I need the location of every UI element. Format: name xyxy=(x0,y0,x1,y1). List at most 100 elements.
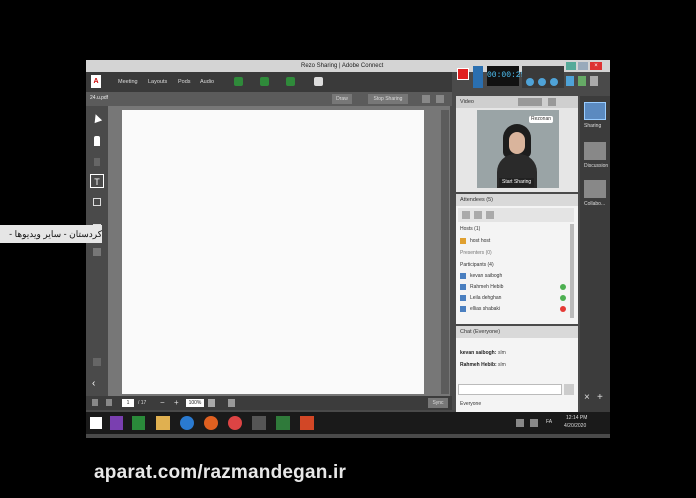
hand-tool-icon[interactable] xyxy=(228,399,235,407)
layout-discussion-thumbnail[interactable] xyxy=(584,142,606,160)
marker-tool-icon[interactable] xyxy=(578,76,586,86)
layout-sharing-thumbnail[interactable] xyxy=(584,102,606,120)
page-number-input[interactable]: 1 xyxy=(122,399,134,407)
menu-meeting[interactable]: Meeting xyxy=(118,79,138,85)
color-picker-icon[interactable] xyxy=(93,248,101,256)
next-page-icon[interactable] xyxy=(106,399,112,406)
status-agree-icon xyxy=(560,295,566,301)
select-arrow-icon[interactable] xyxy=(91,112,103,124)
adobe-logo: A xyxy=(91,75,101,88)
windows-taskbar: FA 12:14 PM 4/20/2020 xyxy=(86,412,610,434)
layout-sharing-label: Sharing xyxy=(584,123,602,129)
eraser-tool-icon[interactable] xyxy=(590,76,598,86)
attendees-scrollbar[interactable] xyxy=(570,224,574,318)
maximize-button[interactable] xyxy=(578,62,588,70)
pointer-tool-icon[interactable] xyxy=(550,78,558,86)
raise-hand-icon[interactable] xyxy=(314,77,323,86)
shape-tool-icon[interactable] xyxy=(566,76,574,86)
record-button[interactable] xyxy=(457,68,469,80)
collapse-toolbar-icon[interactable]: ‹ xyxy=(92,378,95,389)
zoom-out-icon[interactable]: − xyxy=(160,399,165,407)
close-layout-icon[interactable]: × xyxy=(584,392,590,403)
chat-input[interactable] xyxy=(458,384,562,395)
video-options-icon[interactable] xyxy=(548,98,556,106)
fullscreen-icon[interactable] xyxy=(422,95,430,103)
add-layout-icon[interactable]: + xyxy=(597,392,603,403)
list-view-icon[interactable] xyxy=(462,211,470,219)
status-icon[interactable] xyxy=(474,211,482,219)
microphone-icon[interactable] xyxy=(260,77,269,86)
visual-studio-icon[interactable] xyxy=(110,416,123,430)
clear-icon[interactable] xyxy=(93,358,101,366)
menu-audio[interactable]: Audio xyxy=(200,79,214,85)
pod-menu-icon[interactable] xyxy=(436,95,444,103)
chat-pod-header: Chat (Everyone) xyxy=(456,326,578,338)
menu-pods[interactable]: Pods xyxy=(178,79,191,85)
chrome-icon[interactable] xyxy=(228,416,242,430)
zoom-in-icon[interactable]: + xyxy=(174,399,179,407)
layout-rail: Sharing Discussion Collabo... × + xyxy=(580,96,610,412)
document-page xyxy=(122,110,424,394)
pen-tool-icon[interactable] xyxy=(526,78,534,86)
video-name-tag: Rezonan xyxy=(529,116,554,123)
send-icon[interactable] xyxy=(564,384,574,395)
app-icon[interactable] xyxy=(252,416,266,430)
options-icon[interactable] xyxy=(486,211,494,219)
layout-collaboration-thumbnail[interactable] xyxy=(584,180,606,198)
minimize-button[interactable] xyxy=(566,62,576,70)
prev-page-icon[interactable] xyxy=(92,399,98,406)
rectangle-tool-icon[interactable] xyxy=(93,198,101,206)
draw-button[interactable]: Draw xyxy=(332,94,352,104)
status-disagree-icon xyxy=(560,306,566,312)
status-agree-icon xyxy=(560,284,566,290)
trash-icon[interactable] xyxy=(94,158,100,166)
pencil-icon[interactable] xyxy=(94,136,100,146)
stop-sharing-button[interactable]: Stop Sharing xyxy=(368,94,408,104)
close-button[interactable]: × xyxy=(590,62,602,70)
edge-icon[interactable] xyxy=(180,416,194,430)
powerpoint-icon[interactable] xyxy=(300,416,314,430)
chat-pod: Chat (Everyone) kevan saibogh: slm Rahme… xyxy=(456,326,578,412)
start-sharing-button[interactable]: Start Sharing xyxy=(499,178,535,187)
menu-layouts[interactable]: Layouts xyxy=(148,79,167,85)
participant-user-icon xyxy=(460,284,466,290)
share-file-name: 24.u.pdf xyxy=(90,95,109,101)
zoom-dropdown-icon[interactable] xyxy=(208,399,215,407)
attendees-pod-header: Attendees (5) xyxy=(456,194,578,206)
chat-recipient-select[interactable]: Everyone xyxy=(460,402,481,407)
window-title: Rezo Sharing | Adobe Connect xyxy=(301,63,384,69)
start-button[interactable] xyxy=(90,417,102,429)
speaker-icon[interactable] xyxy=(234,77,243,86)
host-group-label: Hosts (1) xyxy=(460,226,481,232)
chat-message: slm xyxy=(498,350,506,356)
input-language[interactable]: FA xyxy=(546,420,552,425)
file-explorer-icon[interactable] xyxy=(156,416,170,430)
text-tool-icon[interactable]: T xyxy=(90,174,104,188)
drawing-toolbar: T ‹ xyxy=(86,106,108,396)
menu-bar: A Meeting Layouts Pods Audio xyxy=(86,72,452,92)
page-total: / 17 xyxy=(138,400,147,406)
webcam-icon[interactable] xyxy=(286,77,295,86)
excel-icon[interactable] xyxy=(276,416,290,430)
zoom-select[interactable]: 100% xyxy=(186,399,204,407)
camera-toggle-icon[interactable] xyxy=(473,66,483,88)
layout-collaboration-label: Collabo... xyxy=(584,201,606,207)
video-pod-title: Video xyxy=(460,99,474,105)
clock-time: 12:14 PM xyxy=(566,415,588,421)
scrollbar[interactable] xyxy=(441,110,449,394)
host-name[interactable]: host host xyxy=(470,239,490,244)
watermark-text: aparat.com/razmandegan.ir xyxy=(94,462,347,483)
participant-name[interactable]: Rahmeh Hebib xyxy=(470,285,503,290)
participant-name[interactable]: Leila dehghan xyxy=(470,296,501,301)
participant-name[interactable]: kevan saibogh xyxy=(470,274,502,279)
firefox-icon[interactable] xyxy=(204,416,218,430)
participant-name[interactable]: ellias shabaki xyxy=(470,307,500,312)
store-icon[interactable] xyxy=(132,416,145,430)
host-user-icon xyxy=(460,238,466,244)
sync-button[interactable]: Sync xyxy=(428,398,448,408)
network-icon[interactable] xyxy=(516,419,524,427)
highlight-tool-icon[interactable] xyxy=(538,78,546,86)
subtitle-banner: کردستان - سایر ویدیوها - xyxy=(0,225,102,243)
volume-icon[interactable] xyxy=(530,419,538,427)
video-layout-icon[interactable] xyxy=(518,98,542,106)
